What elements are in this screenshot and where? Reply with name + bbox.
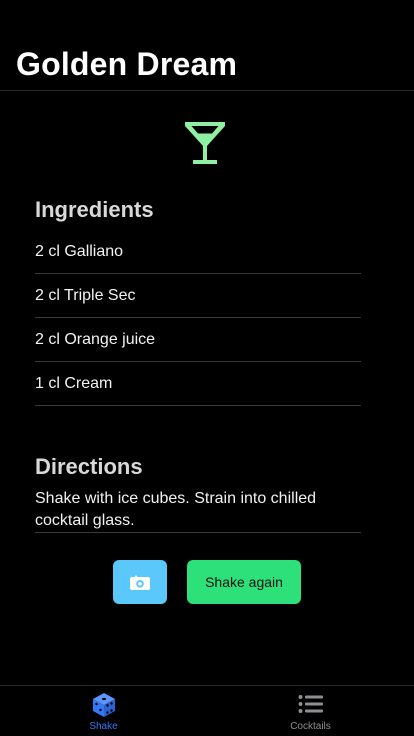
tab-label: Shake: [89, 721, 118, 732]
ingredient-list: 2 cl Galliano 2 cl Triple Sec 2 cl Orang…: [35, 230, 361, 406]
ingredient-item: 2 cl Triple Sec: [35, 274, 361, 318]
directions-text: Shake with ice cubes. Strain into chille…: [35, 488, 361, 533]
ingredients-heading: Ingredients: [35, 197, 154, 222]
shake-again-button[interactable]: Shake again: [187, 560, 301, 604]
camera-icon: [130, 575, 150, 590]
tab-cocktails[interactable]: Cocktails: [207, 686, 414, 736]
list-icon: [298, 695, 323, 713]
cocktail-glass-icon: [185, 122, 225, 164]
ingredient-item: 1 cl Cream: [35, 362, 361, 406]
header: Golden Dream: [0, 0, 414, 91]
tab-label: Cocktails: [290, 721, 331, 732]
directions-heading: Directions: [35, 454, 143, 479]
tab-bar: Shake Cocktails: [0, 685, 414, 736]
camera-button[interactable]: [113, 560, 167, 604]
ingredient-item: 2 cl Galliano: [35, 230, 361, 274]
dice-icon: [92, 693, 115, 717]
page-title: Golden Dream: [16, 46, 238, 82]
ingredient-item: 2 cl Orange juice: [35, 318, 361, 362]
tab-shake[interactable]: Shake: [0, 686, 207, 736]
